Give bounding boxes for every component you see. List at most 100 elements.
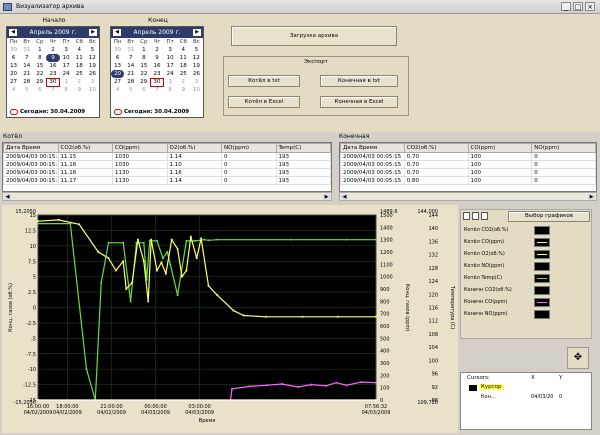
- calendar-day[interactable]: 4: [177, 46, 190, 54]
- end-today[interactable]: Сегодня: 30.04.2009: [124, 109, 189, 115]
- calendar-day[interactable]: 4: [111, 86, 124, 94]
- calendar-day[interactable]: 15: [33, 62, 46, 70]
- legend-item[interactable]: Котёл CO(ppm): [464, 238, 550, 247]
- minimize-button[interactable]: _: [561, 2, 571, 11]
- calendar-day[interactable]: 25: [177, 70, 190, 78]
- legend-item[interactable]: Конечн NO(ppm): [464, 310, 550, 319]
- calendar-day[interactable]: 21: [124, 70, 137, 78]
- calendar-day[interactable]: 3: [164, 46, 177, 54]
- calendar-day[interactable]: 20: [7, 70, 20, 78]
- close-button[interactable]: ×: [585, 2, 595, 11]
- calendar-day[interactable]: 6: [7, 54, 20, 62]
- table-row[interactable]: 2009/04/03 00:05:15 0.70 100 0: [340, 160, 596, 169]
- calendar-day[interactable]: 5: [20, 86, 33, 94]
- calendar-day[interactable]: 23: [46, 70, 59, 78]
- final-table[interactable]: Дата Время CO2(об.%) CO(ppm) NO(ppm) 2009/04…: [339, 142, 597, 192]
- calendar-day[interactable]: 8: [60, 86, 73, 94]
- table-row[interactable]: 2009/04/03 00:15:1211.1711301.140193: [3, 176, 331, 185]
- load-archive-button[interactable]: Загрузка архива: [231, 26, 397, 46]
- column-header[interactable]: Temp(C): [275, 143, 331, 153]
- calendar-day[interactable]: 11: [177, 54, 190, 62]
- end-day-grid[interactable]: Пн Вт Ср Чт Пт Сб Вс 30 31 1 2 3 4 5 6 7 8 9 10 11 12 13 14 15 1…: [111, 38, 203, 94]
- calendar-day[interactable]: 16: [46, 62, 59, 70]
- legend-item[interactable]: Котёл O2(об.%): [464, 250, 550, 259]
- calendar-day[interactable]: 13: [7, 62, 20, 70]
- calendar-day[interactable]: 28: [124, 78, 137, 86]
- calendar-day[interactable]: 14: [20, 62, 33, 70]
- next-month-icon[interactable]: ▶: [193, 29, 201, 36]
- calendar-day[interactable]: 2: [177, 78, 190, 86]
- final-excel-button[interactable]: Конечная в Excel: [320, 96, 398, 108]
- calendar-day[interactable]: 21: [20, 70, 33, 78]
- pan-tool-icon[interactable]: [481, 212, 488, 220]
- start-day-grid[interactable]: Пн Вт Ср Чт Пт Сб Вс 30 31 1 2 3 4 5 6 7 8 9 10 11 12 13 14 15 1…: [7, 38, 99, 94]
- calendar-day[interactable]: 20: [111, 70, 125, 78]
- scroll-right-icon[interactable]: ▶: [588, 194, 595, 200]
- calendar-day[interactable]: 6: [137, 86, 150, 94]
- calendar-day[interactable]: 7: [20, 54, 33, 62]
- calendar-day[interactable]: 31: [20, 46, 33, 54]
- calendar-day[interactable]: 5: [124, 86, 137, 94]
- calendar-day[interactable]: 24: [164, 70, 177, 78]
- calendar-day[interactable]: 3: [86, 78, 99, 86]
- table-row[interactable]: 2009/04/03 00:05:15 0.70 100 0: [340, 152, 596, 161]
- calendar-day[interactable]: 10: [190, 86, 203, 94]
- calendar-day[interactable]: 31: [124, 46, 137, 54]
- start-today[interactable]: Сегодня: 30.04.2009: [20, 109, 85, 115]
- zoom-tool-icon[interactable]: [472, 212, 479, 220]
- calendar-day[interactable]: 30: [7, 46, 20, 54]
- cursor-name[interactable]: Курсор: [479, 384, 504, 390]
- calendar-day[interactable]: 2: [150, 46, 163, 54]
- calendar-day[interactable]: 22: [33, 70, 46, 78]
- calendar-day[interactable]: 9: [177, 86, 190, 94]
- boiler-excel-button[interactable]: Котёл в Excel: [228, 96, 300, 108]
- start-calendar[interactable]: ◀ Апрель 2009 г. ▶ Пн Вт Ср Чт Пт Сб Вс 30 31 1 2 3…: [6, 26, 100, 118]
- calendar-day[interactable]: 7: [124, 54, 137, 62]
- calendar-day[interactable]: 2: [46, 46, 59, 54]
- calendar-day[interactable]: 4: [73, 46, 86, 54]
- table-row[interactable]: 2009/04/03 00:15:1211.1510301.140193: [3, 152, 331, 161]
- calendar-day[interactable]: 3: [190, 78, 203, 86]
- calendar-day[interactable]: 25: [73, 70, 86, 78]
- calendar-day[interactable]: 12: [86, 54, 99, 62]
- calendar-day[interactable]: 10: [86, 86, 99, 94]
- column-header[interactable]: CO(ppm): [467, 143, 533, 153]
- column-header[interactable]: CO2(об.%): [403, 143, 469, 153]
- column-header[interactable]: Дата Время: [3, 143, 59, 153]
- calendar-day[interactable]: 27: [7, 78, 20, 86]
- calendar-day[interactable]: 29: [33, 78, 46, 86]
- calendar-day[interactable]: 1: [33, 46, 46, 54]
- calendar-day[interactable]: 8: [164, 86, 177, 94]
- calendar-day[interactable]: 5: [86, 46, 99, 54]
- calendar-day[interactable]: 23: [150, 70, 163, 78]
- calendar-day[interactable]: 30: [45, 77, 61, 87]
- column-header[interactable]: CO(ppm): [112, 143, 168, 153]
- calendar-day[interactable]: 16: [150, 62, 163, 70]
- calendar-day[interactable]: 1: [137, 46, 150, 54]
- calendar-day[interactable]: 6: [33, 86, 46, 94]
- calendar-day[interactable]: 30: [149, 77, 165, 87]
- scroll-right-icon[interactable]: ▶: [323, 194, 330, 200]
- calendar-day[interactable]: 14: [124, 62, 137, 70]
- final-hscroll[interactable]: ◀ ▶: [339, 192, 597, 201]
- legend-item[interactable]: Котёл Temp(C): [464, 274, 550, 283]
- calendar-day[interactable]: 8: [137, 54, 150, 62]
- column-header[interactable]: O2(об.%): [166, 143, 222, 153]
- scroll-left-icon[interactable]: ◀: [341, 194, 348, 200]
- calendar-day[interactable]: 17: [60, 62, 73, 70]
- calendar-day[interactable]: 9: [73, 86, 86, 94]
- legend-item[interactable]: Котёл CO2(об.%): [464, 226, 550, 235]
- calendar-day[interactable]: 26: [190, 70, 203, 78]
- column-header[interactable]: NO(ppm): [221, 143, 277, 153]
- cursor-tool-icon[interactable]: [463, 212, 470, 220]
- final-txt-button[interactable]: Конечная в txt: [320, 75, 398, 87]
- column-header[interactable]: NO(ppm): [531, 143, 596, 153]
- calendar-day[interactable]: 9: [46, 54, 60, 62]
- calendar-day[interactable]: 3: [60, 46, 73, 54]
- pan-cross-icon[interactable]: ✥: [567, 347, 589, 369]
- calendar-day[interactable]: 6: [111, 54, 124, 62]
- calendar-day[interactable]: 30: [111, 46, 124, 54]
- calendar-day[interactable]: 2: [73, 78, 86, 86]
- legend-item[interactable]: Конечн CO2(об.%): [464, 286, 550, 295]
- next-month-icon[interactable]: ▶: [89, 29, 97, 36]
